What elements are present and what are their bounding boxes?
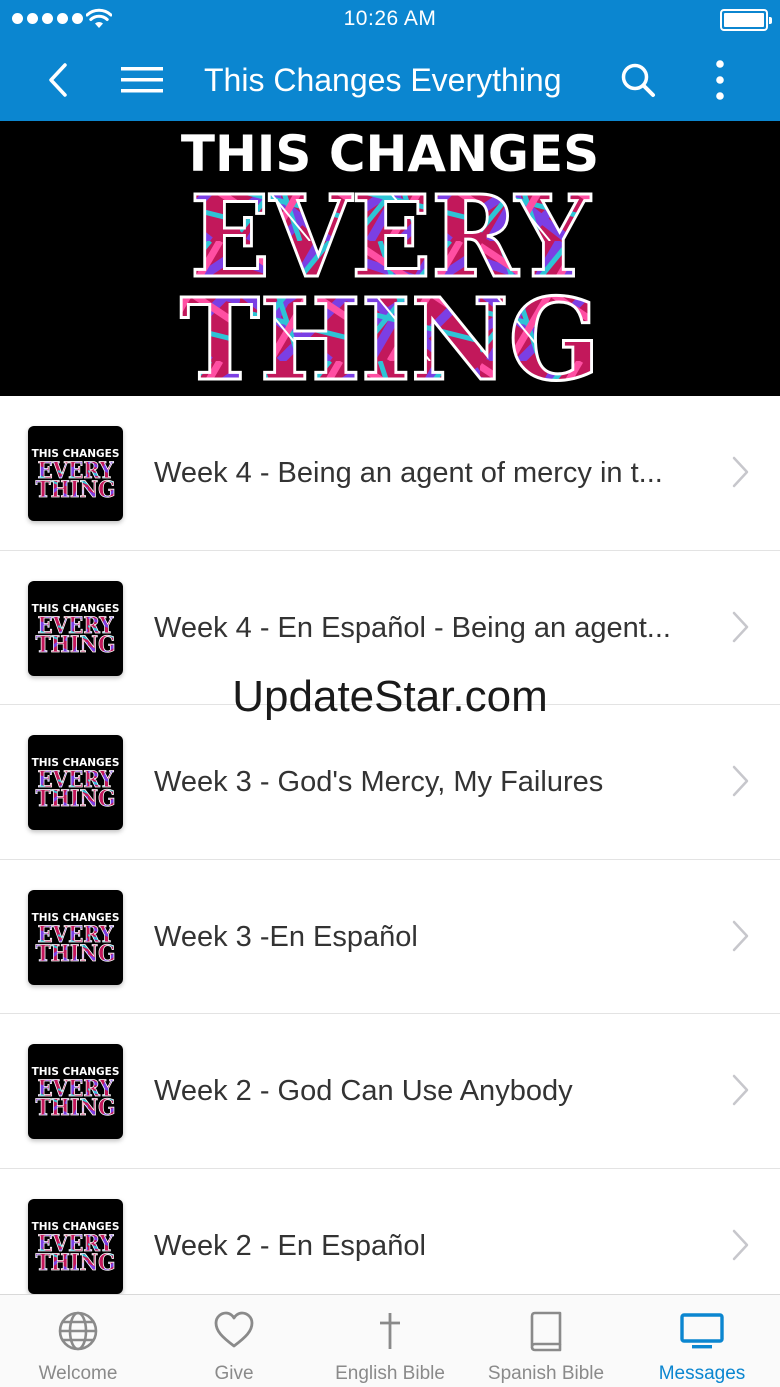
tv-icon xyxy=(680,1313,724,1349)
more-options-button[interactable] xyxy=(700,58,740,102)
more-vertical-icon xyxy=(716,60,724,100)
message-thumbnail: THIS CHANGES EVERY THING xyxy=(28,580,123,676)
message-thumbnail: THIS CHANGES EVERY THING xyxy=(28,735,123,830)
thumbnail-line-3: THING xyxy=(36,477,116,503)
message-thumbnail: THIS CHANGES EVERY THING xyxy=(28,1198,123,1294)
message-thumbnail: THIS CHANGES EVERY THING xyxy=(28,426,123,521)
navigation-bar: This Changes Everything xyxy=(0,40,780,121)
tab-label: Spanish Bible xyxy=(487,1363,605,1384)
search-icon xyxy=(621,63,655,97)
search-button[interactable] xyxy=(614,58,662,102)
thumbnail-line-3: THING xyxy=(36,1250,116,1276)
status-bar: 10:26 AM xyxy=(0,0,780,40)
message-title: Week 4 - En Español - Being an agent... xyxy=(154,611,671,644)
list-item[interactable]: THIS CHANGES EVERY THING Week 2 - En Esp… xyxy=(0,1168,780,1294)
status-time: 10:26 AM xyxy=(343,7,437,30)
tab-label: English Bible xyxy=(335,1363,445,1384)
list-item[interactable]: THIS CHANGES EVERY THING Week 3 - God's … xyxy=(0,705,780,860)
tab-label: Give xyxy=(214,1363,254,1384)
chevron-right-icon xyxy=(732,1074,749,1106)
thumbnail-line-3: THING xyxy=(36,786,116,812)
chevron-right-icon xyxy=(732,765,749,797)
tab-messages[interactable]: Messages xyxy=(624,1295,780,1387)
tab-label: Messages xyxy=(658,1363,746,1384)
thumbnail-line-3: THING xyxy=(36,941,116,967)
tab-english-bible[interactable]: English Bible xyxy=(312,1295,468,1387)
chevron-right-icon xyxy=(732,611,749,642)
list-item[interactable]: THIS CHANGES EVERY THING Week 4 - Being … xyxy=(0,396,780,551)
list-item[interactable]: THIS CHANGES EVERY THING Week 2 - God Ca… xyxy=(0,1014,780,1169)
message-title: Week 3 -En Español xyxy=(154,920,418,953)
thumbnail-line-3: THING xyxy=(36,632,116,658)
tab-bar: Welcome Give English Bible Spanish Bible… xyxy=(0,1294,780,1387)
chevron-right-icon xyxy=(732,1229,749,1260)
tab-label: Welcome xyxy=(38,1363,118,1384)
thumbnail-line-3: THING xyxy=(36,1095,116,1121)
tab-spanish-bible[interactable]: Spanish Bible xyxy=(468,1295,624,1387)
message-title: Week 3 - God's Mercy, My Failures xyxy=(154,766,604,798)
tab-welcome[interactable]: Welcome xyxy=(0,1295,156,1387)
menu-button[interactable] xyxy=(118,58,166,102)
heart-icon xyxy=(214,1311,254,1348)
page-title: This Changes Everything xyxy=(204,62,562,98)
cross-icon xyxy=(380,1313,400,1349)
message-thumbnail: THIS CHANGES EVERY THING xyxy=(28,889,123,985)
message-title: Week 2 - En Español xyxy=(154,1229,426,1262)
chevron-right-icon xyxy=(732,920,749,951)
list-item[interactable]: THIS CHANGES EVERY THING Week 3 -En Espa… xyxy=(0,859,780,1014)
book-icon xyxy=(530,1311,562,1352)
battery-icon xyxy=(720,9,772,31)
message-thumbnail: THIS CHANGES EVERY THING xyxy=(28,1044,123,1139)
globe-icon xyxy=(58,1311,98,1351)
messages-list: THIS CHANGES EVERY THING Week 4 - Being … xyxy=(0,396,780,1294)
chevron-left-icon xyxy=(49,63,67,97)
message-title: Week 2 - God Can Use Anybody xyxy=(154,1075,573,1107)
series-banner-art: THIS CHANGES EVERY THING xyxy=(179,125,602,396)
back-button[interactable] xyxy=(36,58,80,102)
top-bar: 10:26 AM This Changes Everything xyxy=(0,0,780,121)
message-title: Week 4 - Being an agent of mercy in t... xyxy=(154,457,663,489)
watermark-text: UpdateStar.com xyxy=(232,672,548,721)
chevron-right-icon xyxy=(732,456,749,488)
banner-line-3: THING xyxy=(180,275,600,396)
hamburger-icon xyxy=(121,67,163,93)
tab-give[interactable]: Give xyxy=(156,1295,312,1387)
series-banner: THIS CHANGES EVERY THING xyxy=(0,121,780,396)
